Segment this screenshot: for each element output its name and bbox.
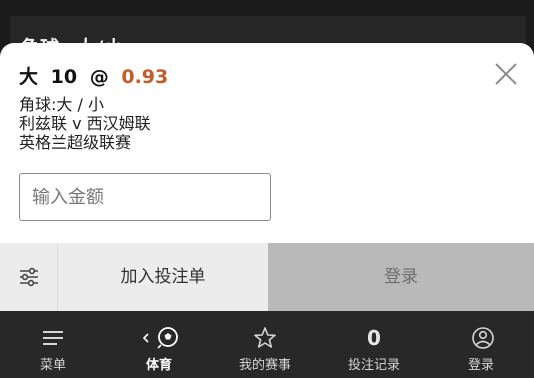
event-name: 利兹联 v 西汉姆联 bbox=[19, 114, 151, 133]
nav-item-menu[interactable]: 菜单 bbox=[0, 311, 106, 378]
odds-value: 0.93 bbox=[121, 66, 169, 88]
bottom-nav: 菜单 体育 我的赛事 0 投注记录 登录 bbox=[0, 311, 534, 378]
nav-label-menu: 菜单 bbox=[39, 358, 66, 373]
nav-item-sports[interactable]: 体育 bbox=[106, 311, 212, 378]
market-name: 角球:大 / 小 bbox=[19, 95, 104, 114]
nav-item-bet-history[interactable]: 0 投注记录 bbox=[321, 311, 427, 378]
chevron-left-icon bbox=[142, 333, 149, 343]
nav-item-login[interactable]: 登录 bbox=[428, 311, 534, 378]
nav-label-login: 登录 bbox=[467, 358, 494, 373]
star-icon bbox=[254, 327, 276, 348]
selection-row: 大 10 @ 0.93 bbox=[19, 62, 174, 89]
nav-label-bet-history: 投注记录 bbox=[347, 358, 400, 373]
nav-label-sports: 体育 bbox=[145, 358, 172, 373]
at-symbol: @ bbox=[89, 66, 109, 88]
selection-details: 角球:大 / 小 利兹联 v 西汉姆联 英格兰超级联赛 bbox=[19, 95, 151, 152]
selection-line: 10 bbox=[50, 66, 78, 88]
quick-bet-sheet: 大 10 @ 0.93 角球:大 / 小 利兹联 v 西汉姆联 英格兰超级联赛 bbox=[0, 43, 534, 243]
login-button[interactable]: 登录 bbox=[268, 243, 534, 311]
selection-name: 大 bbox=[19, 66, 39, 88]
nav-label-my-events: 我的赛事 bbox=[238, 358, 291, 373]
sliders-icon bbox=[20, 267, 38, 287]
add-to-betslip-button[interactable]: 加入投注单 bbox=[58, 243, 268, 311]
betslip-actions: 加入投注单 登录 bbox=[0, 243, 534, 311]
hamburger-icon bbox=[43, 331, 63, 345]
nav-item-my-events[interactable]: 我的赛事 bbox=[212, 311, 318, 378]
close-icon[interactable] bbox=[492, 60, 520, 88]
bet-count-badge: 0 bbox=[367, 326, 381, 350]
competition-name: 英格兰超级联赛 bbox=[19, 133, 132, 152]
bet-settings-button[interactable] bbox=[0, 243, 58, 311]
soccer-ball-icon bbox=[142, 327, 178, 349]
sportsbook-page: 角球: 大/小 大 10 @ 0.93 角球:大 / 小 利兹联 v 西汉姆联 … bbox=[0, 0, 534, 378]
stake-input[interactable] bbox=[19, 173, 271, 221]
user-circle-icon bbox=[472, 327, 494, 349]
